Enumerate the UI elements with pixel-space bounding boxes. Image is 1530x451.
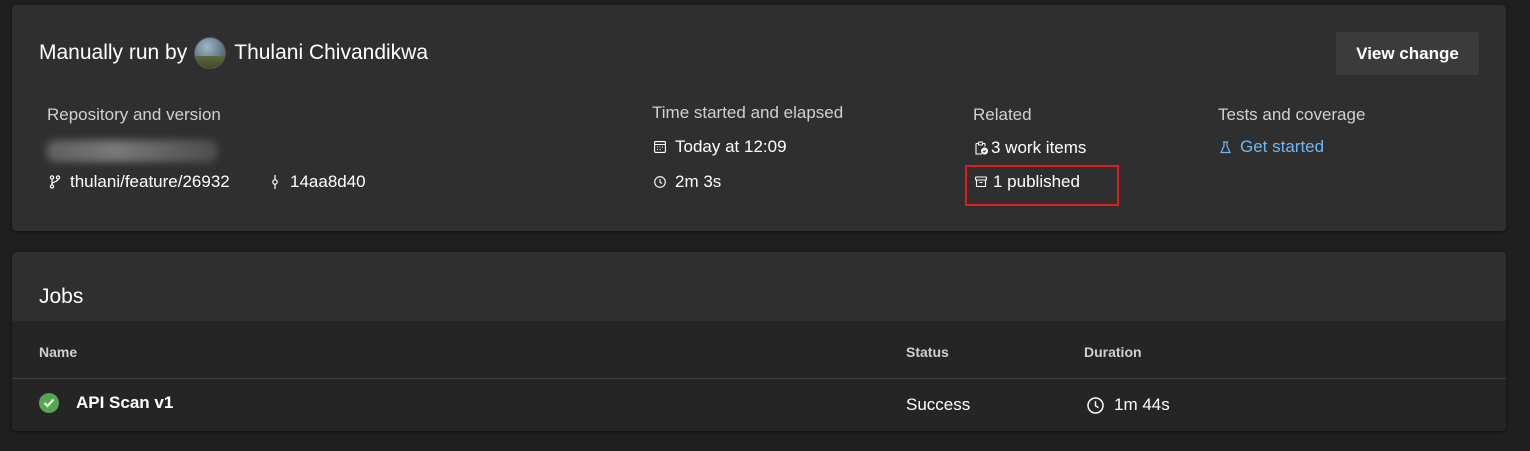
job-status: Success <box>906 395 971 414</box>
time-elapsed: 2m 3s <box>653 172 721 192</box>
run-summary-card: Manually run by Thulani Chivandikwa View… <box>12 5 1506 231</box>
run-title: Manually run by Thulani Chivandikwa <box>39 37 428 69</box>
column-header-status[interactable]: Status <box>906 344 949 360</box>
commit-hash: 14aa8d40 <box>290 172 366 191</box>
work-items-link[interactable]: 3 work items <box>974 138 1086 158</box>
calendar-icon <box>653 140 667 154</box>
view-change-button[interactable]: View change <box>1336 32 1479 75</box>
jobs-card: Jobs Name Status Duration API Scan v1 Su… <box>12 252 1506 431</box>
work-item-icon <box>974 141 988 155</box>
job-duration: 1m 44s <box>1114 395 1170 414</box>
user-avatar[interactable] <box>194 37 227 69</box>
job-name-cell: API Scan v1 <box>39 393 173 413</box>
tests-title: Tests and coverage <box>1218 105 1366 124</box>
time-started: Today at 12:09 <box>653 137 787 157</box>
time-started-value: Today at 12:09 <box>675 137 787 156</box>
related-title: Related <box>973 105 1032 124</box>
jobs-table: Name Status Duration API Scan v1 Success <box>12 321 1506 431</box>
time-elapsed-value: 2m 3s <box>675 172 722 191</box>
jobs-title: Jobs <box>39 285 84 308</box>
highlight-box <box>965 165 1119 206</box>
column-header-name[interactable]: Name <box>39 344 77 360</box>
repository-name-redacted[interactable] <box>46 140 218 162</box>
work-items-count: 3 work items <box>991 138 1087 157</box>
beaker-icon <box>1218 140 1232 154</box>
get-started-link[interactable]: Get started <box>1218 137 1324 157</box>
commit-icon <box>268 175 282 189</box>
time-title: Time started and elapsed <box>652 103 844 122</box>
job-duration-cell: 1m 44s <box>1086 395 1170 415</box>
branch-icon <box>48 175 62 189</box>
clock-icon <box>653 175 667 189</box>
user-name[interactable]: Thulani Chivandikwa <box>234 41 428 65</box>
repository-title: Repository and version <box>47 105 221 124</box>
branch-name: thulani/feature/26932 <box>70 172 230 191</box>
column-header-duration[interactable]: Duration <box>1084 344 1142 360</box>
run-by-label: Manually run by <box>39 41 188 64</box>
clock-icon <box>1086 396 1104 414</box>
get-started-label: Get started <box>1240 137 1325 156</box>
branch-link[interactable]: thulani/feature/26932 <box>48 172 230 192</box>
success-check-icon <box>39 393 59 413</box>
table-row[interactable]: API Scan v1 Success 1m 44s <box>12 379 1506 431</box>
commit-link[interactable]: 14aa8d40 <box>268 172 366 192</box>
job-name: API Scan v1 <box>76 393 174 412</box>
